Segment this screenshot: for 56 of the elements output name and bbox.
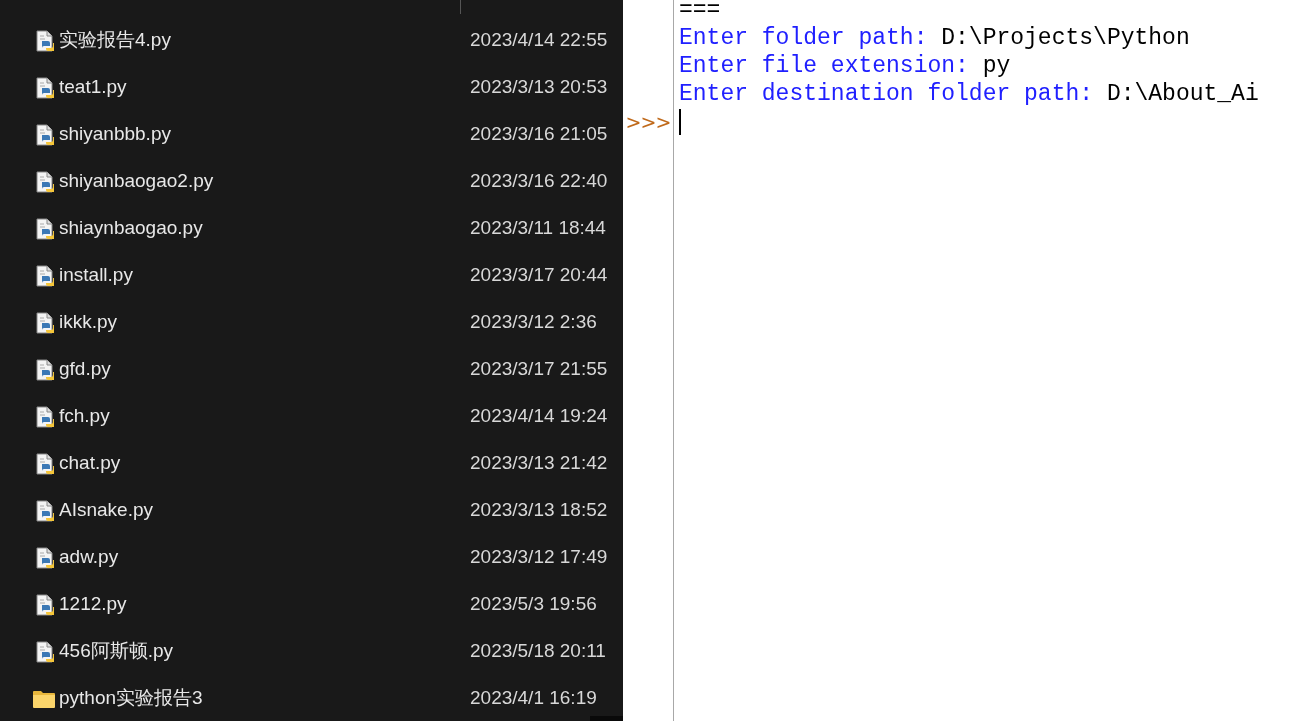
python-file-icon	[35, 358, 55, 381]
file-name[interactable]: gfd.py	[59, 355, 470, 384]
modified-date: 2023/3/17 20:44	[470, 263, 608, 288]
modified-date: 2023/3/13 21:42	[470, 451, 608, 476]
input-prompt: Enter folder path:	[679, 25, 929, 51]
file-name[interactable]: ikkk.py	[59, 308, 470, 337]
modified-date: 2023/5/18 20:11	[470, 639, 606, 664]
folder-icon	[33, 689, 55, 708]
modified-date: 2023/3/12 17:49	[470, 545, 608, 570]
python-file-icon	[35, 311, 55, 334]
typed-text: py	[982, 53, 1011, 79]
file-name[interactable]: 1212.py	[59, 590, 470, 619]
file-name[interactable]: shiyanbaogao2.py	[59, 167, 470, 196]
typed-text: D:\Projects\Python	[941, 25, 1190, 51]
typed-text: D:\About_Ai	[1106, 81, 1259, 107]
shell-prompt: >>>	[625, 110, 671, 135]
file-name[interactable]: install.py	[59, 261, 470, 290]
file-name[interactable]: AIsnake.py	[59, 496, 470, 525]
modified-date: 2023/3/11 18:44	[470, 216, 606, 241]
python-file-icon	[35, 640, 55, 663]
text-cursor	[679, 109, 681, 135]
file-name[interactable]: 实验报告4.py	[59, 26, 470, 55]
column-divider	[460, 0, 461, 14]
modified-date: 2023/3/13 18:52	[470, 498, 608, 523]
modified-date: 2023/3/16 21:05	[470, 122, 608, 147]
modified-date: 2023/4/1 16:19	[470, 686, 597, 711]
python-file-icon	[35, 170, 55, 193]
modified-date: 2023/3/17 21:55	[470, 357, 608, 382]
scrollbar-thumb	[590, 716, 623, 721]
modified-date: 2023/4/14 22:55	[470, 28, 608, 53]
python-file-icon	[35, 264, 55, 287]
modified-date: 2023/3/12 2:36	[470, 310, 597, 335]
modified-date: 2023/3/16 22:40	[470, 169, 608, 194]
file-name[interactable]: chat.py	[59, 449, 470, 478]
file-name[interactable]: shiaynbaogao.py	[59, 214, 470, 243]
file-name[interactable]: teat1.py	[59, 73, 470, 102]
output-line: ===	[679, 0, 721, 23]
python-file-icon	[35, 217, 55, 240]
python-file-icon	[35, 29, 55, 52]
modified-date: 2023/4/14 19:24	[470, 404, 608, 429]
file-name[interactable]: python实验报告3	[59, 684, 470, 713]
file-name[interactable]: shiyanbbb.py	[59, 120, 470, 149]
python-file-icon	[35, 76, 55, 99]
modified-date: 2023/5/3 19:56	[470, 592, 597, 617]
file-name[interactable]: fch.py	[59, 402, 470, 431]
python-file-icon	[35, 593, 55, 616]
python-file-icon	[35, 499, 55, 522]
python-file-icon	[35, 123, 55, 146]
python-file-icon	[35, 405, 55, 428]
python-file-icon	[35, 546, 55, 569]
input-prompt: Enter destination folder path:	[679, 81, 1095, 107]
input-prompt: Enter file extension:	[679, 53, 970, 79]
python-file-icon	[35, 452, 55, 475]
file-name[interactable]: 456阿斯顿.py	[59, 637, 470, 666]
modified-date: 2023/3/13 20:53	[470, 75, 608, 100]
file-name[interactable]: adw.py	[59, 543, 470, 572]
